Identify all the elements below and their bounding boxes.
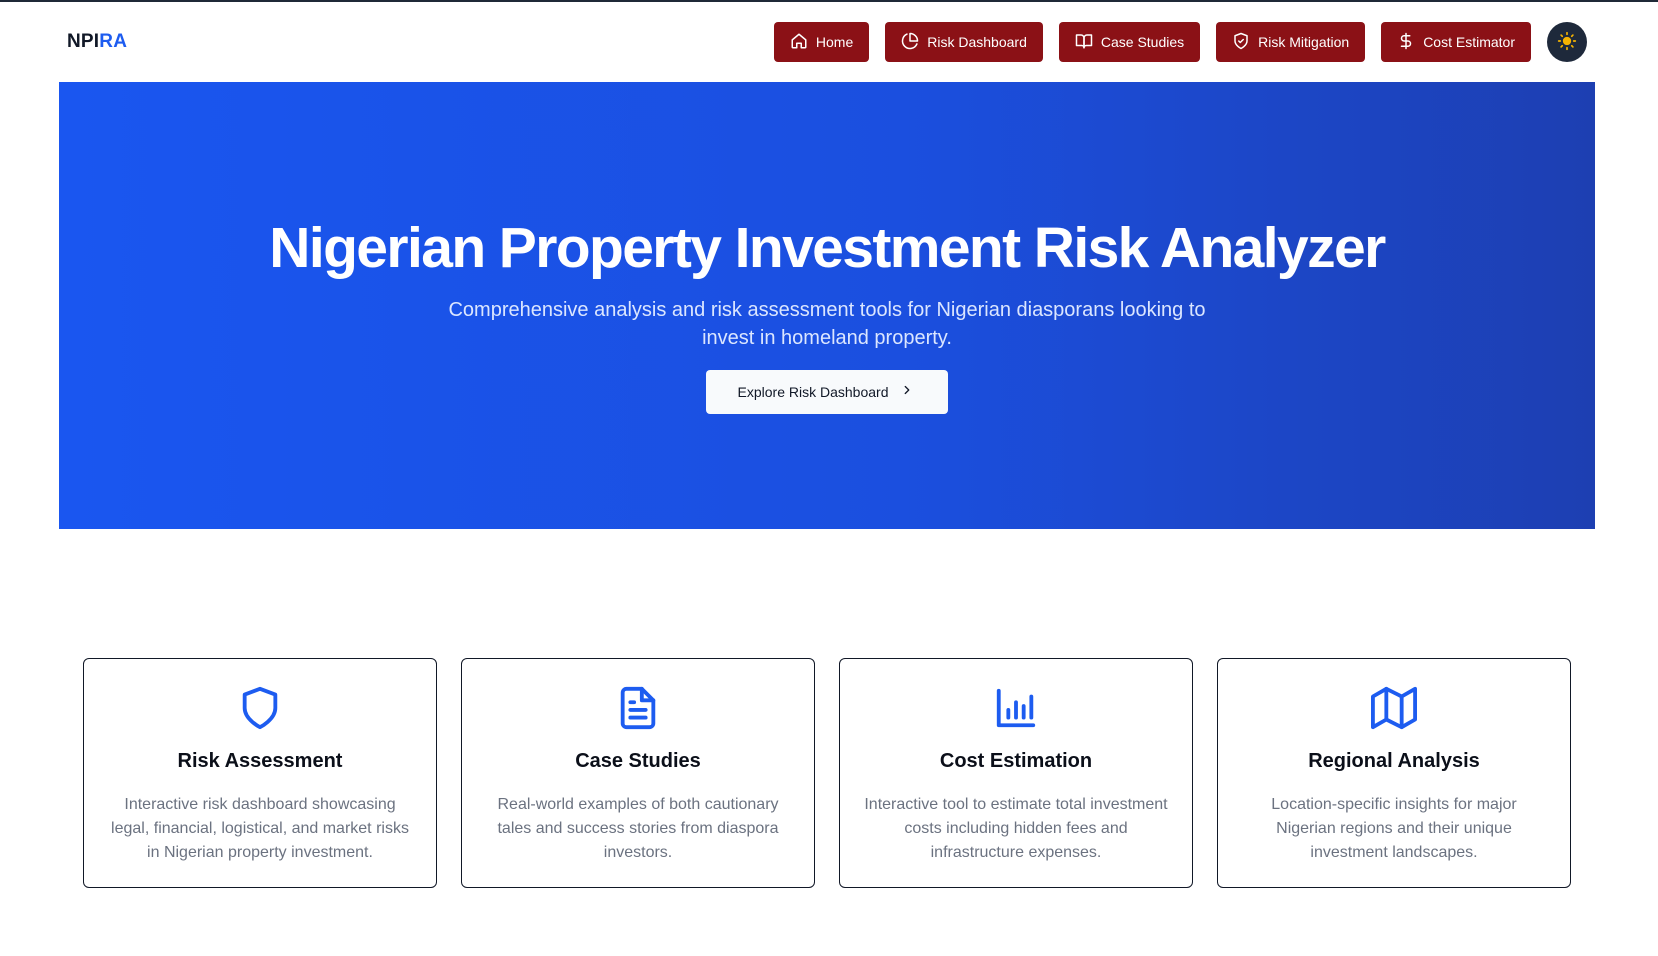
nav-cost-estimator-label: Cost Estimator [1423,34,1515,50]
feature-card-regional-analysis: Regional Analysis Location-specific insi… [1217,658,1571,888]
nav-risk-dashboard-label: Risk Dashboard [927,34,1027,50]
shield-check-icon [1232,32,1250,53]
nav-case-studies-button[interactable]: Case Studies [1058,22,1201,62]
feature-description: Interactive tool to estimate total inves… [864,796,1168,861]
feature-description: Interactive risk dashboard showcasing le… [111,796,409,861]
page-container: NPIRA Home Risk Dashboard Case Studies R… [59,2,1595,888]
brand-logo[interactable]: NPIRA [67,31,127,53]
file-text-icon [615,685,661,736]
nav-menu: Home Risk Dashboard Case Studies Risk Mi… [773,22,1587,62]
brand-logo-part1: NPI [67,31,100,52]
shield-icon [237,685,283,736]
nav-risk-dashboard-button[interactable]: Risk Dashboard [885,22,1043,62]
feature-title: Risk Assessment [177,750,343,772]
brand-logo-part2: RA [99,31,128,52]
cta-label: Explore Risk Dashboard [737,383,889,400]
explore-risk-dashboard-button[interactable]: Explore Risk Dashboard [705,369,949,414]
feature-card-risk-assessment: Risk Assessment Interactive risk dashboa… [83,658,437,888]
theme-toggle-button[interactable] [1547,22,1587,62]
book-open-icon [1075,32,1093,53]
hero-section: Nigerian Property Investment Risk Analyz… [59,82,1595,529]
dollar-sign-icon [1397,32,1415,53]
feature-title: Case Studies [575,750,701,772]
feature-title: Cost Estimation [939,750,1093,772]
map-icon [1371,685,1417,736]
hero-title: Nigerian Property Investment Risk Analyz… [269,216,1386,281]
nav-cost-estimator-button[interactable]: Cost Estimator [1381,22,1531,62]
chevron-right-icon [900,383,914,400]
feature-card-case-studies: Case Studies Real-world examples of both… [461,658,815,888]
pie-chart-icon [901,32,919,53]
nav-home-button[interactable]: Home [773,22,870,62]
home-icon [790,32,808,53]
feature-title: Regional Analysis [1308,750,1480,772]
nav-case-studies-label: Case Studies [1100,34,1185,50]
feature-description: Location-specific insights for major Nig… [1271,796,1517,861]
bar-chart-icon [993,685,1039,736]
hero-subtitle: Comprehensive analysis and risk assessme… [448,298,1206,349]
navbar: NPIRA Home Risk Dashboard Case Studies R… [59,2,1595,82]
feature-card-cost-estimation: Cost Estimation Interactive tool to esti… [839,658,1193,888]
nav-home-label: Home [815,34,854,50]
nav-risk-mitigation-button[interactable]: Risk Mitigation [1216,22,1366,62]
feature-description: Real-world examples of both cautionary t… [497,796,779,861]
sun-icon [1557,31,1577,54]
nav-risk-mitigation-label: Risk Mitigation [1258,34,1350,50]
features-section: Risk Assessment Interactive risk dashboa… [83,658,1571,888]
